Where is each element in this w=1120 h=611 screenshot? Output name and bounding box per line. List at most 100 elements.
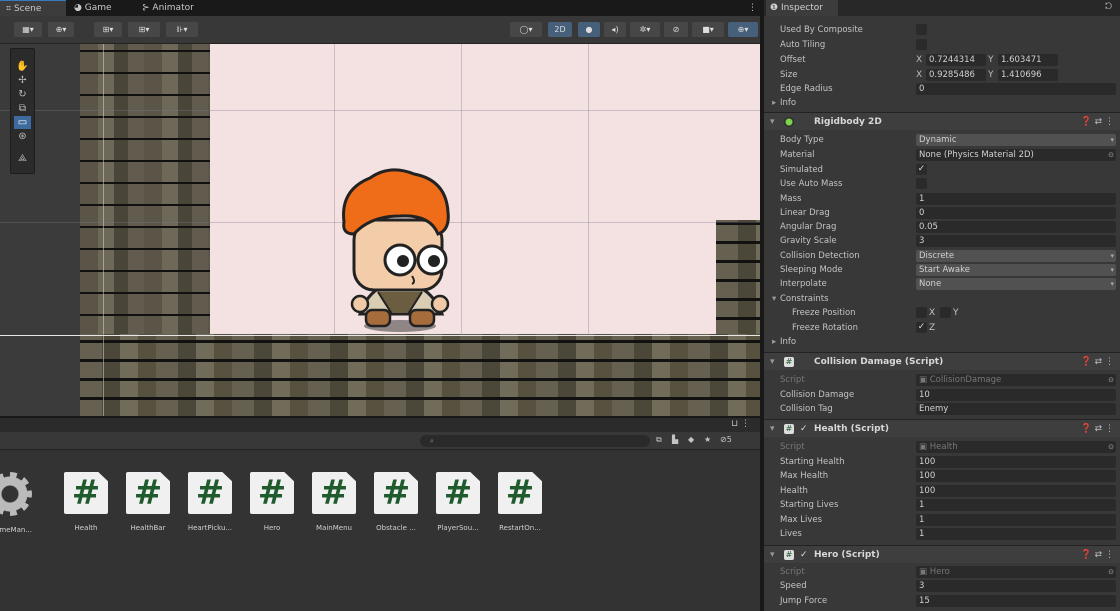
collision-detection-dropdown[interactable]: Discrete — [916, 250, 1116, 262]
custom-tool-icon[interactable]: ⟁ — [14, 152, 31, 165]
material-field[interactable]: None (Physics Material 2D) — [916, 149, 1116, 161]
interpolate-dropdown[interactable]: None — [916, 278, 1116, 290]
rigidbody-info-foldout[interactable]: ▸ Info — [764, 335, 1120, 349]
field-label: Collision Tag — [780, 404, 833, 414]
field-script: Script ▣ Health ⊙ — [764, 440, 1120, 454]
field-collision-tag: Collision Tag Enemy — [764, 402, 1120, 416]
freeze-position-x-checkbox[interactable] — [916, 307, 927, 318]
hand-tool-icon[interactable]: ✋ — [14, 60, 31, 73]
shading-button[interactable]: ⊕▾ — [48, 22, 74, 37]
audio-icon[interactable]: ◂) — [604, 22, 626, 37]
max-lives-input[interactable]: 1 — [916, 514, 1116, 526]
hidden-count-icon[interactable]: ⊘5 — [720, 435, 732, 444]
lock-icon[interactable]: ⊔ ⋮ — [731, 419, 750, 429]
enabled-checkbox[interactable]: ✓ — [800, 546, 808, 564]
collision-damage-input[interactable]: 10 — [916, 389, 1116, 401]
starting-health-input[interactable]: 100 — [916, 456, 1116, 468]
script-icon: # — [188, 472, 232, 514]
asset-label: HeartPicku... — [187, 524, 233, 532]
constraints-foldout[interactable]: ▾ Constraints — [764, 292, 1120, 306]
tab-game[interactable]: ◕ Game — [68, 0, 130, 16]
simulated-checkbox[interactable]: ✓ — [916, 164, 927, 175]
health-input[interactable]: 100 — [916, 485, 1116, 497]
asset-playersound[interactable]: # PlayerSou... — [428, 472, 488, 532]
health-header[interactable]: ▾ # ✓ Health (Script) ❓ ⇄ ⋮ — [764, 419, 1120, 437]
asset-heartpickup[interactable]: # HeartPicku... — [180, 472, 240, 532]
linear-drag-input[interactable]: 0 — [916, 207, 1116, 219]
x-label: X — [916, 55, 923, 65]
hero-sprite[interactable] — [330, 164, 470, 336]
component-menu-icon[interactable]: ❓ ⇄ ⋮ — [1081, 113, 1114, 131]
rect-tool-icon[interactable]: ▭ — [14, 116, 31, 129]
mass-input[interactable]: 1 — [916, 193, 1116, 205]
tab-menu-icon[interactable]: ⋮ — [748, 0, 760, 16]
gravity-scale-input[interactable]: 3 — [916, 235, 1116, 247]
scale-tool-icon[interactable]: ⧉ — [14, 102, 31, 115]
lock-icon[interactable]: ᘰ — [1105, 2, 1112, 12]
freeze-position-y-checkbox[interactable] — [940, 307, 951, 318]
max-health-input[interactable]: 100 — [916, 470, 1116, 482]
increment-snap-button[interactable]: ⊪▾ — [166, 22, 198, 37]
transform-tools: ✋ ✢ ↻ ⧉ ▭ ⊛ ⟁ — [10, 48, 35, 174]
component-menu-icon[interactable]: ❓ ⇄ ⋮ — [1081, 353, 1114, 371]
favorite-icon[interactable]: ★ — [704, 435, 711, 444]
size-x-input[interactable]: 0.9285486 — [926, 69, 986, 81]
enabled-checkbox[interactable]: ✓ — [800, 420, 808, 438]
asset-health[interactable]: # Health — [56, 472, 116, 532]
asset-healthbar[interactable]: # HealthBar — [118, 472, 178, 532]
used-by-composite-checkbox[interactable] — [916, 24, 927, 35]
toggle-2d-button[interactable]: 2D — [548, 22, 572, 37]
angular-drag-input[interactable]: 0.05 — [916, 221, 1116, 233]
lighting-icon[interactable]: ● — [578, 22, 600, 37]
auto-tiling-checkbox[interactable] — [916, 39, 927, 50]
rotate-tool-icon[interactable]: ↻ — [14, 88, 31, 101]
component-menu-icon[interactable]: ❓ ⇄ ⋮ — [1081, 420, 1114, 438]
object-picker-icon[interactable]: ⊙ — [1108, 148, 1114, 162]
lives-input[interactable]: 1 — [916, 528, 1116, 540]
sleeping-mode-dropdown[interactable]: Start Awake — [916, 264, 1116, 276]
label-filter-icon[interactable]: ◆ — [688, 435, 694, 444]
speed-input[interactable]: 3 — [916, 580, 1116, 592]
jump-force-input[interactable]: 15 — [916, 595, 1116, 607]
grid-snap-button[interactable]: ⊞▾ — [128, 22, 160, 37]
tab-scene[interactable]: ⌗ Scene — [0, 0, 66, 16]
gizmo-toggle-button[interactable]: ⊞▾ — [94, 22, 122, 37]
collider-info-foldout[interactable]: ▸ Info — [764, 96, 1120, 110]
tab-inspector[interactable]: ❶ Inspector — [766, 0, 838, 16]
scene-view[interactable]: ✋ ✢ ↻ ⧉ ▭ ⊛ ⟁ — [0, 44, 760, 416]
draw-mode-button[interactable]: ▦▾ — [14, 22, 42, 37]
transform-tool-icon[interactable]: ⊛ — [14, 130, 31, 143]
component-menu-icon[interactable]: ❓ ⇄ ⋮ — [1081, 546, 1114, 564]
info-icon: ❶ — [770, 3, 779, 13]
effects-button[interactable]: ✲▾ — [630, 22, 660, 37]
create-icon[interactable]: ⧉ — [656, 435, 662, 445]
collision-tag-input[interactable]: Enemy — [916, 403, 1116, 415]
body-type-dropdown[interactable]: Dynamic — [916, 134, 1116, 146]
auto-mass-checkbox[interactable] — [916, 178, 927, 189]
tab-animator[interactable]: ⊱ Animator — [136, 0, 216, 16]
offset-x-input[interactable]: 0.7244314 — [926, 54, 986, 66]
sky-background — [210, 44, 760, 336]
asset-gamemanager[interactable]: ameMan... — [0, 472, 40, 534]
move-tool-icon[interactable]: ✢ — [14, 74, 31, 87]
hidden-objects-icon[interactable]: ⊘ — [664, 22, 688, 37]
asset-hero[interactable]: # Hero — [242, 472, 302, 532]
asset-restarton[interactable]: # RestartOn... — [490, 472, 550, 532]
search-input[interactable]: ⌕ — [420, 435, 650, 447]
camera-button[interactable]: ■▾ — [692, 22, 724, 37]
rigidbody-header[interactable]: ▾ Rigidbody 2D ❓ ⇄ ⋮ — [764, 112, 1120, 130]
field-material: Material None (Physics Material 2D) ⊙ — [764, 148, 1120, 162]
starting-lives-input[interactable]: 1 — [916, 499, 1116, 511]
edge-radius-input[interactable]: 0 — [916, 83, 1116, 95]
freeze-rotation-z-checkbox[interactable]: ✓ — [916, 322, 927, 333]
offset-y-input[interactable]: 1.603471 — [998, 54, 1058, 66]
hero-header[interactable]: ▾ # ✓ Hero (Script) ❓ ⇄ ⋮ — [764, 545, 1120, 563]
field-label: Auto Tiling — [780, 40, 826, 50]
collision-damage-header[interactable]: ▾ # Collision Damage (Script) ❓ ⇄ ⋮ — [764, 352, 1120, 370]
filter-type-icon[interactable]: ▙ — [672, 435, 678, 444]
asset-mainmenu[interactable]: # MainMenu — [304, 472, 364, 532]
orientation-button[interactable]: ◯▾ — [510, 22, 542, 37]
size-y-input[interactable]: 1.410696 — [998, 69, 1058, 81]
gizmos-button[interactable]: ⊕▾ — [728, 22, 758, 37]
asset-obstacle[interactable]: # Obstacle ... — [366, 472, 426, 532]
